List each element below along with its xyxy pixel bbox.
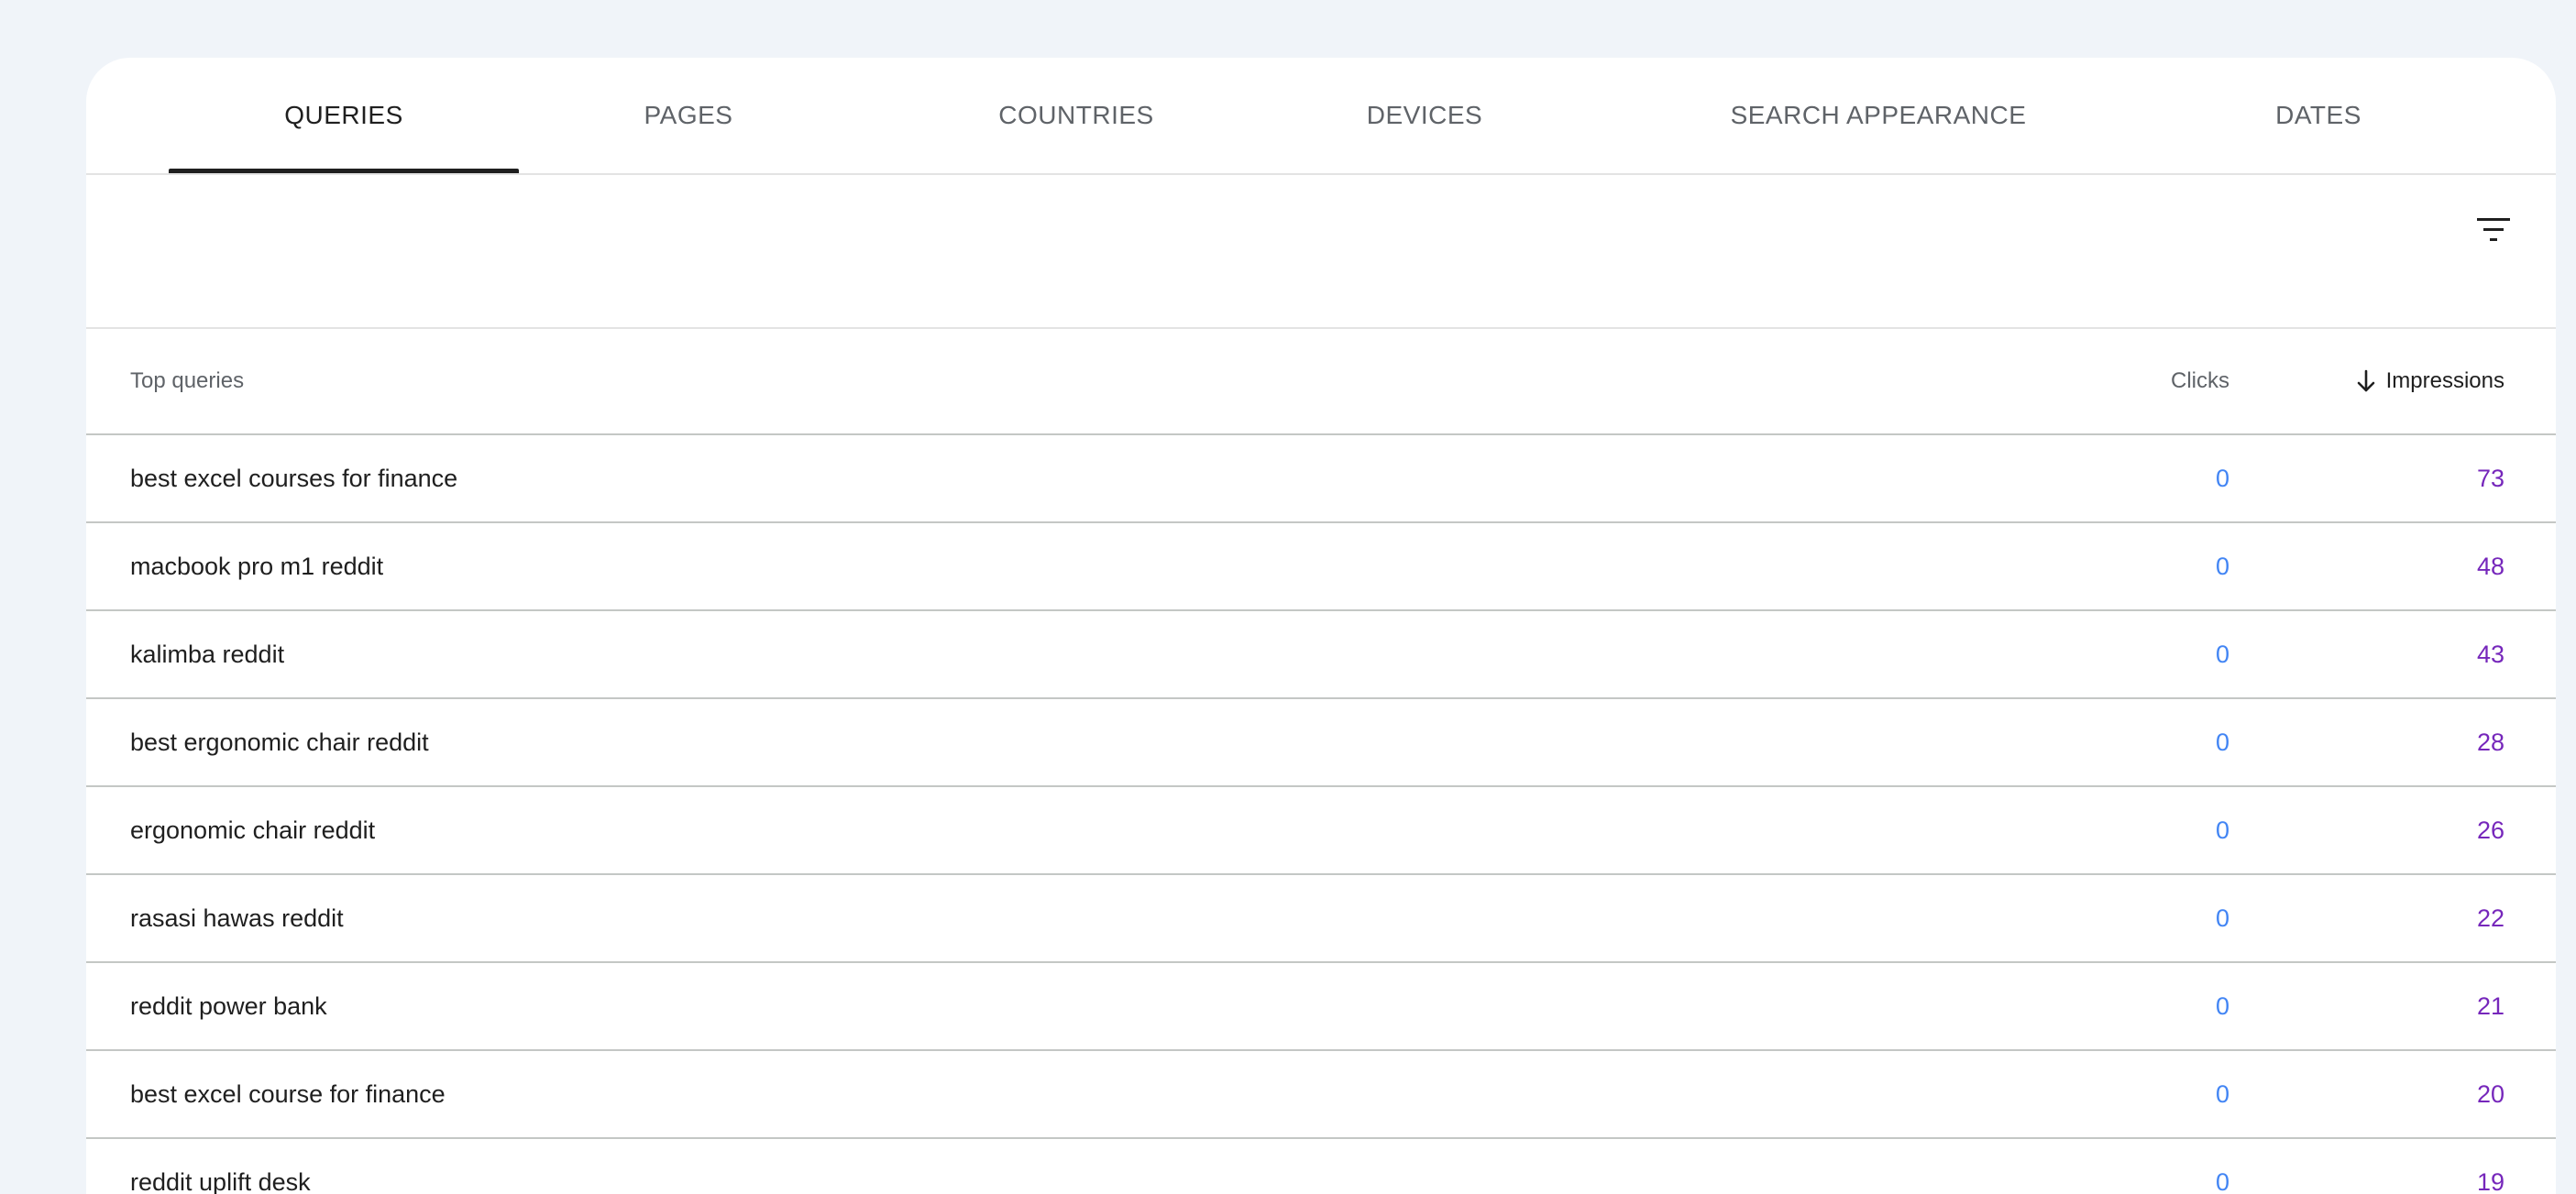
impressions-cell: 21 xyxy=(2476,991,2504,1020)
clicks-cell: 0 xyxy=(2215,816,2229,844)
impressions-cell: 48 xyxy=(2476,552,2504,580)
active-tab-indicator xyxy=(169,169,519,173)
table-header-row: Top queries Clicks Impressions xyxy=(86,329,2556,435)
clicks-cell: 0 xyxy=(2215,1079,2229,1108)
query-cell: best excel courses for finance xyxy=(130,464,458,492)
query-cell: reddit power bank xyxy=(130,991,327,1020)
column-header-query: Top queries xyxy=(130,368,245,393)
table-row[interactable]: macbook pro m1 reddit 0 48 xyxy=(86,523,2556,611)
clicks-cell: 0 xyxy=(2215,1167,2229,1194)
impressions-cell: 20 xyxy=(2476,1079,2504,1108)
clicks-cell: 0 xyxy=(2215,904,2229,932)
arrow-down-icon xyxy=(2355,368,2377,394)
clicks-cell: 0 xyxy=(2215,991,2229,1020)
query-cell: rasasi hawas reddit xyxy=(130,904,344,932)
table-row[interactable]: ergonomic chair reddit 0 26 xyxy=(86,787,2556,875)
column-header-impressions-label: Impressions xyxy=(2385,368,2504,393)
query-cell: ergonomic chair reddit xyxy=(130,816,376,844)
tab-label: PAGES xyxy=(644,101,733,129)
table-body: best excel courses for finance 0 73 macbook… xyxy=(86,435,2556,1194)
dimension-tabs: QUERIES PAGES COUNTRIES DEVICES SEARCH A… xyxy=(86,58,2556,175)
tab-queries[interactable]: QUERIES xyxy=(169,58,519,173)
tab-label: QUERIES xyxy=(284,101,403,129)
clicks-cell: 0 xyxy=(2215,728,2229,756)
table-row[interactable]: best excel course for finance 0 20 xyxy=(86,1051,2556,1139)
tab-label: DEVICES xyxy=(1366,101,1483,129)
filter-button[interactable] xyxy=(2468,204,2519,256)
column-header-impressions[interactable]: Impressions xyxy=(2355,329,2504,433)
tab-dates[interactable]: DATES xyxy=(2240,58,2396,173)
impressions-cell: 28 xyxy=(2476,728,2504,756)
performance-card: QUERIES PAGES COUNTRIES DEVICES SEARCH A… xyxy=(86,58,2556,1194)
impressions-cell: 19 xyxy=(2476,1167,2504,1194)
impressions-cell: 43 xyxy=(2476,640,2504,668)
tab-label: DATES xyxy=(2275,101,2361,129)
tab-devices[interactable]: DEVICES xyxy=(1333,58,1516,173)
query-cell: reddit uplift desk xyxy=(130,1167,311,1194)
impressions-cell: 26 xyxy=(2476,816,2504,844)
table-row[interactable]: best ergonomic chair reddit 0 28 xyxy=(86,699,2556,787)
query-cell: kalimba reddit xyxy=(130,640,285,668)
tab-countries[interactable]: COUNTRIES xyxy=(948,58,1205,173)
table-row[interactable]: rasasi hawas reddit 0 22 xyxy=(86,875,2556,963)
table-row[interactable]: reddit uplift desk 0 19 xyxy=(86,1139,2556,1194)
table-row[interactable]: reddit power bank 0 21 xyxy=(86,963,2556,1051)
filter-list-icon xyxy=(2477,218,2510,241)
table-row[interactable]: best excel courses for finance 0 73 xyxy=(86,435,2556,523)
query-cell: best ergonomic chair reddit xyxy=(130,728,429,756)
tab-pages[interactable]: PAGES xyxy=(601,58,776,173)
tab-search-appearance[interactable]: SEARCH APPEARANCE xyxy=(1700,58,2057,173)
impressions-cell: 22 xyxy=(2476,904,2504,932)
impressions-cell: 73 xyxy=(2476,464,2504,492)
clicks-cell: 0 xyxy=(2215,640,2229,668)
tab-label: SEARCH APPEARANCE xyxy=(1730,101,2027,129)
clicks-cell: 0 xyxy=(2215,552,2229,580)
query-cell: macbook pro m1 reddit xyxy=(130,552,384,580)
table-row[interactable]: kalimba reddit 0 43 xyxy=(86,611,2556,699)
table-toolbar xyxy=(86,175,2556,329)
tab-label: COUNTRIES xyxy=(998,101,1154,129)
query-cell: best excel course for finance xyxy=(130,1079,446,1108)
column-header-clicks[interactable]: Clicks xyxy=(2171,329,2229,433)
clicks-cell: 0 xyxy=(2215,464,2229,492)
